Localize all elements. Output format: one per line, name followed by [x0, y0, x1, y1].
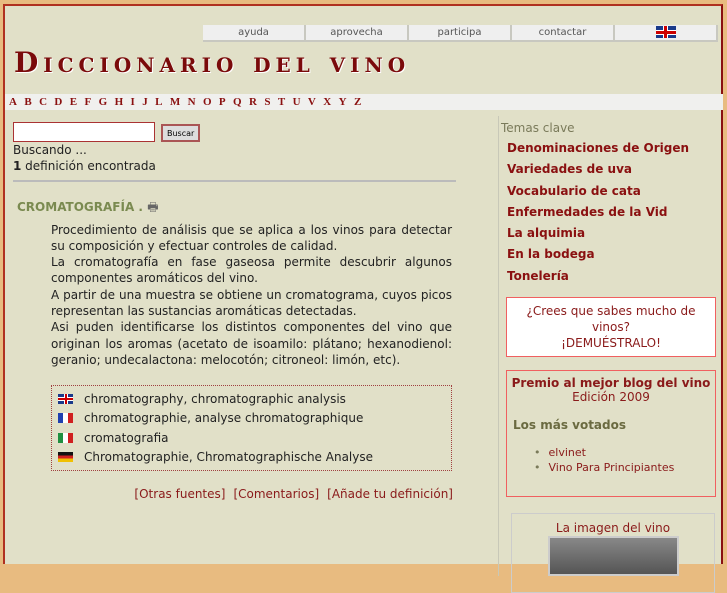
letter-q[interactable]: Q [233, 94, 242, 110]
translation-text: cromatografia [84, 430, 169, 445]
letter-z[interactable]: Z [354, 94, 361, 110]
definition-paragraph: Asi puden identificarse los distintos co… [51, 320, 452, 367]
quiz-cta: ¡DEMUÉSTRALO! [561, 336, 661, 351]
letter-d[interactable]: D [54, 94, 62, 110]
nav-ayuda[interactable]: ayuda [203, 25, 306, 42]
print-icon[interactable]: 🖶 [147, 200, 158, 214]
letter-h[interactable]: H [115, 94, 124, 110]
letter-e[interactable]: E [70, 94, 77, 110]
comentarios-link[interactable]: [Comentarios] [233, 487, 319, 501]
france-flag-icon [58, 413, 73, 424]
quiz-question: ¿Crees que sabes mucho de vinos? [526, 304, 696, 335]
letter-n[interactable]: N [188, 94, 196, 110]
letter-v[interactable]: V [308, 94, 316, 110]
topic-vocabulario[interactable]: Vocabulario de cata [507, 184, 725, 199]
letter-m[interactable]: M [170, 94, 180, 110]
english-language-button[interactable] [615, 25, 718, 42]
translation-fr: chromatographie, analyse chromatographiq… [58, 409, 445, 429]
search-input[interactable] [13, 121, 155, 142]
translation-text: chromatography, chromatographic analysis [84, 391, 346, 406]
page-frame: ayuda aprovecha participa contactar Dicc… [3, 4, 723, 593]
translation-en: chromatography, chromatographic analysis [58, 389, 445, 409]
quiz-banner[interactable]: ¿Crees que sabes mucho de vinos? ¡DEMUÉS… [506, 297, 716, 358]
topic-alquimia[interactable]: La alquimia [507, 226, 725, 241]
letter-x[interactable]: X [323, 94, 331, 110]
topic-toneleria[interactable]: Tonelería [507, 269, 725, 284]
search-button[interactable]: Buscar [161, 124, 201, 142]
letter-b[interactable]: B [24, 94, 31, 110]
sidebar: Temas clave Denominaciones de Origen Var… [498, 116, 725, 593]
letter-g[interactable]: G [99, 94, 108, 110]
translations-box: chromatography, chromatographic analysis… [51, 385, 452, 472]
topic-bodega[interactable]: En la bodega [507, 247, 725, 262]
entry-term: CROMATOGRAFÍA . 🖶 [17, 198, 459, 219]
letter-t[interactable]: T [278, 94, 285, 110]
translation-text: Chromatographie, Chromatographische Anal… [84, 450, 373, 465]
entry-definition: Procedimiento de análisis que se aplica … [51, 222, 452, 369]
topic-enfermedades[interactable]: Enfermedades de la Vid [507, 205, 725, 220]
wine-image-title: La imagen del vino [555, 521, 671, 536]
award-edition: Edición 2009 [572, 390, 650, 405]
alphabet-nav: ABCDEFGHIJLMNOPQRSTUVXYZ [5, 94, 723, 110]
topic-denominaciones[interactable]: Denominaciones de Origen [507, 141, 725, 156]
result-count: 1 definición encontrada [13, 158, 459, 174]
main-content: Buscar Buscando ... 1 definición encontr… [13, 121, 459, 501]
uk-flag-icon [58, 393, 73, 404]
italy-flag-icon [58, 432, 73, 443]
voted-item[interactable]: elvinet [547, 445, 715, 460]
topic-variedades[interactable]: Variedades de uva [507, 162, 725, 177]
letter-f[interactable]: F [85, 94, 92, 110]
definition-paragraph: Procedimiento de análisis que se aplica … [51, 222, 452, 253]
sidebar-heading: Temas clave [501, 121, 575, 135]
translation-de: Chromatographie, Chromatographische Anal… [58, 448, 445, 468]
definition-paragraph: A partir de una muestra se obtiene un cr… [51, 287, 452, 318]
letter-o[interactable]: O [203, 94, 212, 110]
site-logo[interactable]: Diccionario del vino [14, 46, 410, 79]
translation-text: chromatographie, analyse chromatographiq… [84, 411, 364, 426]
entry-links: [Otras fuentes] [Comentarios] [Añade tu de… [13, 487, 453, 501]
letter-r[interactable]: R [249, 94, 257, 110]
divider [13, 179, 456, 182]
award-title[interactable]: Premio al mejor blog del vino [507, 376, 715, 390]
term-title: CROMATOGRAFÍA . [17, 199, 143, 214]
most-voted-heading: Los más votados [513, 418, 627, 433]
nav-aprovecha[interactable]: aprovecha [306, 25, 409, 42]
letter-i[interactable]: I [131, 94, 135, 110]
most-voted-list: elvinet Vino Para Principiantes [547, 445, 715, 475]
count-label: definición encontrada [21, 158, 156, 173]
letter-y[interactable]: Y [339, 94, 347, 110]
search-status: Buscando ... [13, 142, 87, 157]
letter-u[interactable]: U [293, 94, 301, 110]
nav-contactar[interactable]: contactar [512, 25, 615, 42]
otras-fuentes-link[interactable]: [Otras fuentes] [134, 487, 225, 501]
nav-participa[interactable]: participa [409, 25, 512, 42]
voted-item[interactable]: Vino Para Principiantes [547, 460, 715, 475]
wine-image[interactable] [547, 536, 679, 577]
wine-image-box: La imagen del vino [511, 513, 715, 593]
translation-it: cromatografia [58, 428, 445, 448]
letter-j[interactable]: J [142, 94, 148, 110]
letter-l[interactable]: L [155, 94, 162, 110]
award-box: Premio al mejor blog del vino Edición 20… [506, 370, 716, 498]
definition-paragraph: La cromatografía en fase gaseosa permite… [51, 255, 452, 286]
anade-definicion-link[interactable]: [Añade tu definición] [327, 487, 453, 501]
letter-p[interactable]: P [219, 94, 226, 110]
germany-flag-icon [58, 452, 73, 463]
letter-a[interactable]: A [9, 94, 17, 110]
letter-c[interactable]: C [39, 94, 47, 110]
top-nav: ayuda aprovecha participa contactar [203, 25, 718, 42]
uk-flag-icon [655, 26, 676, 38]
letter-s[interactable]: S [264, 94, 270, 110]
